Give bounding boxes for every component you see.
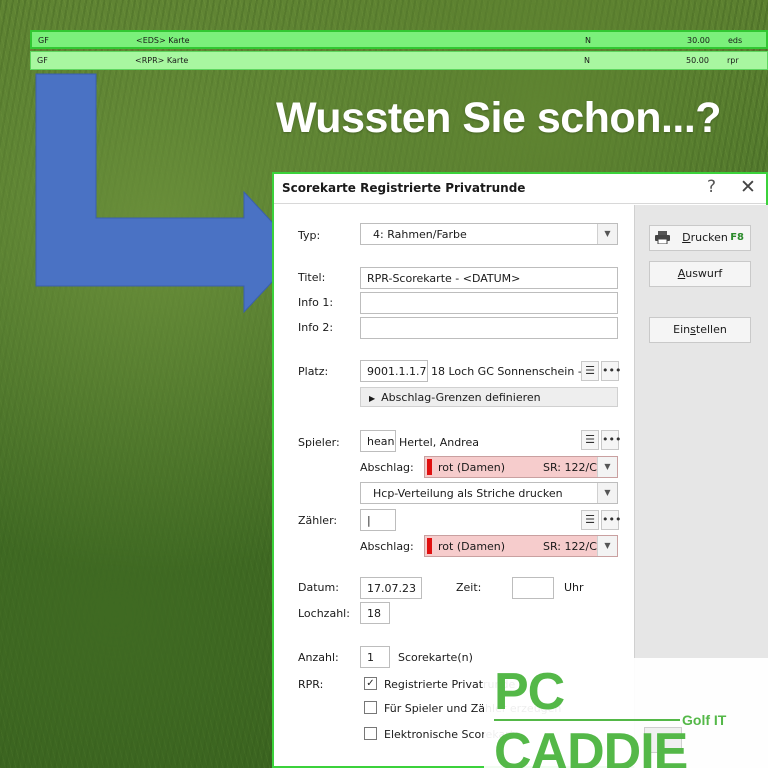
einstellen-label-pre: Ein	[673, 323, 691, 336]
dialog-title: Scorekarte Registrierte Privatrunde	[282, 181, 526, 195]
info2-input[interactable]	[360, 317, 618, 339]
spieler-zaehler-checkbox[interactable]	[364, 701, 377, 714]
elektronische-scorekarte-checkbox[interactable]	[364, 727, 377, 740]
rpr-label: RPR:	[298, 678, 324, 691]
list-icon[interactable]: ☰	[581, 510, 599, 530]
logo-subtitle: Golf IT	[682, 712, 727, 728]
anzahl-unit: Scorekarte(n)	[398, 651, 473, 664]
more-icon[interactable]: •••	[601, 430, 621, 450]
zaehler-code-input[interactable]: |	[360, 509, 396, 531]
row-flag: N	[585, 36, 591, 45]
typ-select[interactable]: 4: Rahmen/Farbe ▼	[360, 223, 618, 245]
help-icon[interactable]: ?	[707, 177, 716, 197]
datum-label: Datum:	[298, 581, 339, 594]
spieler-code-input[interactable]: hean	[360, 430, 396, 452]
registrierte-privatrunde-checkbox[interactable]: ✓	[364, 677, 377, 690]
more-icon[interactable]: •••	[601, 510, 621, 530]
row-short: rpr	[727, 56, 739, 65]
hcp-verteilung-select[interactable]: Hcp-Verteilung als Striche drucken ▼	[360, 482, 618, 504]
drucken-button[interactable]: Drucken F8	[649, 225, 751, 251]
info2-label: Info 2:	[298, 321, 334, 334]
chevron-down-icon: ▼	[597, 536, 617, 556]
pc-caddie-logo: PC CADDIE Golf IT	[484, 658, 768, 768]
spieler-label: Spieler:	[298, 436, 340, 449]
more-icon[interactable]: •••	[601, 361, 621, 381]
info1-label: Info 1:	[298, 296, 334, 309]
platz-name: 18 Loch GC Sonnenschein - S	[431, 365, 581, 378]
lochzahl-input[interactable]: 18	[360, 602, 390, 624]
chevron-down-icon: ▼	[597, 457, 617, 477]
auswurf-button[interactable]: Auswurf	[649, 261, 751, 287]
abschlag-grenzen-toggle[interactable]: ▶ Abschlag-Grenzen definieren	[360, 387, 618, 407]
lochzahl-label: Lochzahl:	[298, 607, 350, 620]
triangle-right-icon: ▶	[369, 394, 376, 403]
abschlag-grenzen-label: Abschlag-Grenzen definieren	[381, 391, 541, 404]
row-short: eds	[728, 36, 743, 45]
titel-label: Titel:	[298, 271, 326, 284]
anzahl-input[interactable]: 1	[360, 646, 390, 668]
titel-input[interactable]: RPR-Scorekarte - <DATUM>	[360, 267, 618, 289]
hcp-verteilung-value: Hcp-Verteilung als Striche drucken	[373, 487, 563, 500]
zaehler-label: Zähler:	[298, 514, 338, 527]
abschlag-label: Abschlag:	[360, 461, 414, 474]
anzahl-label: Anzahl:	[298, 651, 339, 664]
typ-label: Typ:	[298, 229, 321, 242]
uhr-label: Uhr	[564, 581, 584, 594]
tee-color-marker	[427, 459, 432, 475]
printer-icon	[655, 231, 670, 244]
row-flag: N	[584, 56, 590, 65]
list-icon[interactable]: ☰	[581, 430, 599, 450]
logo-name: PC CADDIE	[494, 663, 688, 768]
close-icon[interactable]: ✕	[740, 176, 756, 198]
list-icon[interactable]: ☰	[581, 361, 599, 381]
spieler-abschlag-value: rot (Damen)	[438, 461, 506, 474]
einstellen-label: tellen	[695, 323, 727, 336]
info1-input[interactable]	[360, 292, 618, 314]
spieler-name: Hertel, Andrea	[399, 436, 479, 449]
tee-color-marker	[427, 538, 432, 554]
dialog-titlebar: Scorekarte Registrierte Privatrunde ? ✕	[274, 174, 766, 204]
zaehler-abschlag-select[interactable]: rot (Damen) SR: 122/C... ▼	[424, 535, 618, 557]
drucken-label: rucken	[690, 231, 728, 244]
auswurf-label: uswurf	[685, 267, 723, 280]
zeit-input[interactable]	[512, 577, 554, 599]
platz-label: Platz:	[298, 365, 329, 378]
zaehler-abschlag-value: rot (Damen)	[438, 540, 506, 553]
datum-input[interactable]: 17.07.23	[360, 577, 422, 599]
spieler-abschlag-select[interactable]: rot (Damen) SR: 122/C... ▼	[424, 456, 618, 478]
logo-underline	[494, 719, 680, 721]
zeit-label: Zeit:	[456, 581, 482, 594]
typ-value: 4: Rahmen/Farbe	[373, 228, 467, 241]
abschlag-label: Abschlag:	[360, 540, 414, 553]
drucken-accel: D	[682, 231, 691, 244]
chevron-down-icon: ▼	[597, 483, 617, 503]
platz-code-input[interactable]: 9001.1.1.7	[360, 360, 428, 382]
headline: Wussten Sie schon...?	[276, 94, 722, 142]
drucken-shortcut: F8	[730, 232, 744, 243]
row-price: 30.00	[687, 36, 710, 45]
row-price: 50.00	[686, 56, 709, 65]
chevron-down-icon: ▼	[597, 224, 617, 244]
einstellen-button[interactable]: Einstellen	[649, 317, 751, 343]
pointer-arrow-icon	[35, 73, 300, 314]
